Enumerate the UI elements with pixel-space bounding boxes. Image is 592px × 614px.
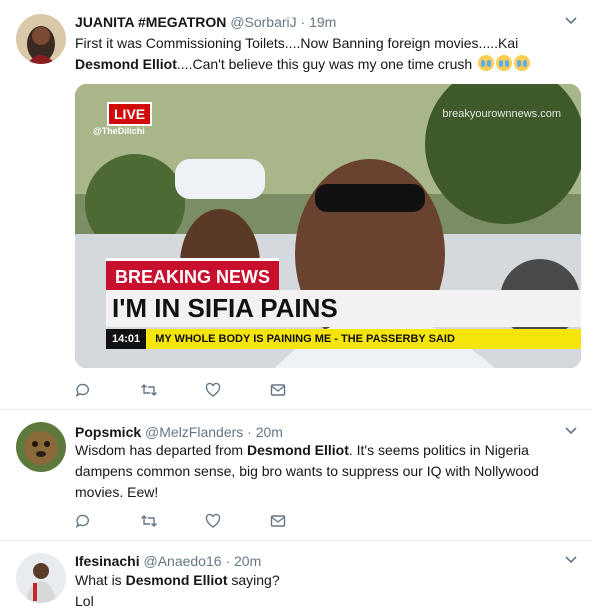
like-button[interactable]: [205, 513, 270, 529]
envelope-icon: [270, 384, 286, 396]
tweet-text-part: Wisdom has departed from: [75, 442, 247, 458]
headline-bar: I'M IN SIFIA PAINS: [106, 290, 581, 327]
banner-label: BREAKING NEWS: [115, 267, 271, 287]
separator: ·: [300, 14, 306, 30]
tweet-text: First it was Commissioning Toilets....No…: [75, 33, 575, 75]
like-button[interactable]: [205, 382, 270, 398]
user-handle[interactable]: @Anaedo16: [143, 553, 221, 569]
heart-icon: [205, 382, 221, 397]
direct-message-button[interactable]: [270, 513, 335, 529]
reply-button[interactable]: [75, 382, 140, 398]
heart-icon: [205, 513, 221, 528]
avatar[interactable]: [16, 422, 66, 472]
separator: ·: [225, 553, 231, 569]
watermark-label: breakyourownnews.com: [442, 108, 561, 120]
tweet-text-bold[interactable]: Desmond Elliot: [75, 56, 177, 72]
chevron-down-icon[interactable]: [564, 553, 578, 570]
tweet-text-part: What is: [75, 572, 126, 588]
display-name[interactable]: Ifesinachi: [75, 553, 140, 569]
crying-emoji-icon: [478, 55, 495, 71]
tweet-text-part: First it was Commissioning Toilets....No…: [75, 35, 519, 51]
reply-button[interactable]: [75, 513, 140, 529]
tweet-text: What is Desmond Elliot saying? Lol: [75, 570, 575, 612]
tweet[interactable]: Ifesinachi @Anaedo16 · 20m What is Desmo…: [0, 541, 592, 614]
chevron-down-icon[interactable]: [564, 424, 578, 441]
tweet[interactable]: Popsmick @MelzFlanders · 20m Wisdom has …: [0, 410, 592, 541]
user-handle[interactable]: @SorbariJ: [230, 14, 296, 30]
channel-label: @TheDilichi: [93, 126, 145, 136]
user-handle[interactable]: @MelzFlanders: [145, 424, 243, 440]
chevron-down-icon[interactable]: [564, 14, 578, 31]
tweet-text-bold[interactable]: Desmond Elliot: [247, 442, 349, 458]
tweet[interactable]: JUANITA #MEGATRON @SorbariJ · 19m First …: [0, 0, 592, 410]
display-name[interactable]: JUANITA #MEGATRON: [75, 14, 226, 30]
headline-label: I'M IN SIFIA PAINS: [112, 293, 338, 323]
separator: ·: [247, 424, 252, 440]
tweet-text: Wisdom has departed from Desmond Elliot.…: [75, 440, 565, 503]
ticker-bar: 14:01 MY WHOLE BODY IS PAINING ME - THE …: [106, 329, 581, 349]
tweet-text-part: ....Can't believe this guy was my one ti…: [176, 56, 477, 72]
crying-emoji-icon: [496, 55, 513, 71]
tweet-text-line: Lol: [75, 593, 94, 609]
reply-icon: [75, 514, 89, 528]
timestamp[interactable]: 19m: [309, 14, 336, 30]
tweet-media-image[interactable]: LIVE @TheDilichi breakyourownnews.com BR…: [75, 84, 581, 368]
timestamp[interactable]: 20m: [256, 424, 283, 440]
ticker-clock: 14:01: [106, 329, 147, 349]
tweet-text-part: saying?: [227, 572, 280, 588]
retweet-icon: [141, 384, 157, 396]
envelope-icon: [270, 515, 286, 527]
ticker-text: MY WHOLE BODY IS PAINING ME - THE PASSER…: [155, 333, 455, 345]
retweet-button[interactable]: [140, 382, 205, 398]
retweet-button[interactable]: [140, 513, 205, 529]
direct-message-button[interactable]: [270, 382, 335, 398]
crying-emoji-icon: [514, 55, 531, 71]
reply-icon: [75, 383, 89, 397]
live-label: LIVE: [114, 106, 146, 122]
timestamp[interactable]: 20m: [234, 553, 261, 569]
avatar[interactable]: [16, 14, 66, 64]
tweet-text-bold[interactable]: Desmond Elliot: [126, 572, 228, 588]
breaking-news-banner: BREAKING NEWS: [106, 258, 280, 294]
avatar[interactable]: [16, 553, 66, 603]
retweet-icon: [141, 515, 157, 527]
live-badge: LIVE: [107, 102, 153, 126]
display-name[interactable]: Popsmick: [75, 424, 141, 440]
